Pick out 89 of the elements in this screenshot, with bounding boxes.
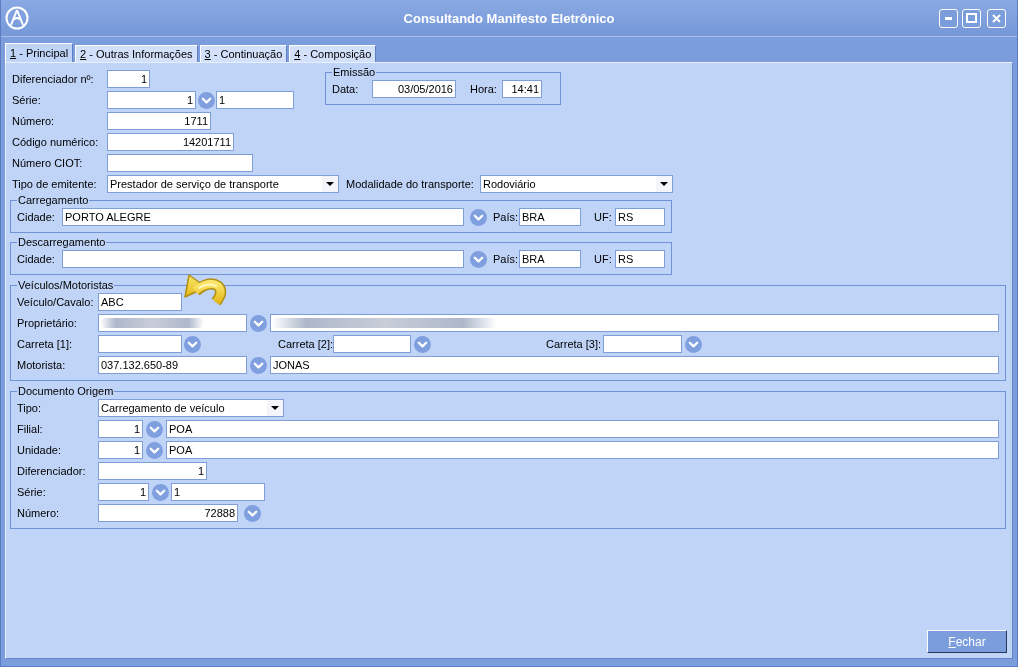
chevron-down-circle-icon[interactable] xyxy=(414,335,431,353)
group-title: Emissão xyxy=(332,66,377,79)
chevron-down-circle-icon[interactable] xyxy=(250,314,267,332)
chevron-down-circle-icon[interactable] xyxy=(244,504,261,522)
logo-icon xyxy=(5,6,29,30)
input-field[interactable]: POA xyxy=(166,441,999,459)
input-field[interactable]: JONAS xyxy=(270,356,999,374)
field-label: Veículo/Cavalo: xyxy=(17,296,94,308)
field-label: Motorista: xyxy=(17,359,66,371)
input-field[interactable]: 14201711 xyxy=(107,133,234,151)
input-field[interactable]: 14:41 xyxy=(502,80,542,98)
input-field[interactable] xyxy=(333,335,411,353)
field-label: Número: xyxy=(12,115,55,127)
field-label: UF: xyxy=(594,253,612,265)
field-label: País: xyxy=(493,253,519,265)
window-title: Consultando Manifesto Eletrônico xyxy=(403,10,615,26)
field-label: Carreta [3]: xyxy=(546,338,602,350)
field-label: UF: xyxy=(594,211,612,223)
input-field[interactable] xyxy=(603,335,682,353)
field-label: Série: xyxy=(12,94,41,106)
field-label: Tipo de emitente: xyxy=(12,178,97,190)
group-title: Veículos/Motoristas xyxy=(17,279,115,292)
tab[interactable]: 3 - Continuação xyxy=(199,45,288,62)
field-label: Modalidade do transporte: xyxy=(346,178,474,190)
chevron-down-circle-icon[interactable] xyxy=(198,91,215,109)
dropdown[interactable]: Rodoviário xyxy=(480,175,673,193)
input-field[interactable] xyxy=(107,154,253,172)
input-field[interactable]: 1 xyxy=(107,91,196,109)
chevron-down-circle-icon[interactable] xyxy=(146,420,163,438)
field-label: Diferenciador nº: xyxy=(12,73,94,85)
input-field[interactable]: 1 xyxy=(171,483,265,501)
field-label: Unidade: xyxy=(17,444,62,456)
input-field[interactable]: ABC xyxy=(98,293,182,311)
minimize-icon xyxy=(945,16,952,20)
input-field[interactable]: 1 xyxy=(98,462,207,480)
input-field[interactable]: RS xyxy=(615,208,665,226)
input-field[interactable]: 1 xyxy=(107,70,150,88)
input-field[interactable]: 03/05/2016 xyxy=(372,80,456,98)
tab[interactable]: 4 - Composição xyxy=(289,45,377,62)
field-label: Filial: xyxy=(17,423,43,435)
field-label: Hora: xyxy=(470,83,497,95)
input-field[interactable]: BRA xyxy=(519,250,581,268)
group-title: Descarregamento xyxy=(17,236,107,249)
field-label: Proprietário: xyxy=(17,317,77,329)
field-label: Número: xyxy=(17,507,60,519)
input-field[interactable]: 1 xyxy=(216,91,294,109)
tab[interactable]: 1 - Principal xyxy=(5,43,74,62)
input-field[interactable] xyxy=(270,314,999,332)
input-field[interactable]: RS xyxy=(615,250,665,268)
chevron-down-circle-icon[interactable] xyxy=(470,250,487,268)
input-field[interactable]: POA xyxy=(166,420,999,438)
input-field[interactable]: 72888 xyxy=(98,504,238,522)
field-label: Cidade: xyxy=(17,211,55,223)
input-field[interactable]: 1 xyxy=(98,420,143,438)
maximize-button[interactable] xyxy=(962,8,981,28)
dropdown[interactable]: Prestador de serviço de transporte xyxy=(107,175,339,193)
chevron-down-circle-icon[interactable] xyxy=(152,483,169,501)
minimize-button[interactable] xyxy=(939,8,958,28)
field-label: País: xyxy=(493,211,519,223)
field-label: Número CIOT: xyxy=(12,157,83,169)
chevron-down-circle-icon[interactable] xyxy=(470,208,487,226)
chevron-down-circle-icon[interactable] xyxy=(184,335,201,353)
input-field[interactable]: 1711 xyxy=(107,112,211,130)
close-icon xyxy=(992,13,1001,23)
maximize-icon xyxy=(966,13,977,23)
field-label: Série: xyxy=(17,486,46,498)
field-label: Data: xyxy=(332,83,359,95)
dropdown[interactable]: Carregamento de veículo xyxy=(98,399,284,417)
tab[interactable]: 2 - Outras Informações xyxy=(75,45,198,62)
field-label: Carreta [2]: xyxy=(278,338,334,350)
input-field[interactable]: PORTO ALEGRE xyxy=(62,208,464,226)
group-title: Carregamento xyxy=(17,194,90,207)
field-label: Diferenciador: xyxy=(17,465,86,477)
input-field[interactable]: BRA xyxy=(519,208,581,226)
input-field[interactable] xyxy=(98,314,247,332)
chevron-down-circle-icon[interactable] xyxy=(685,335,702,353)
input-field[interactable]: 1 xyxy=(98,441,143,459)
chevron-down-circle-icon[interactable] xyxy=(146,441,163,459)
chevron-down-circle-icon[interactable] xyxy=(250,356,267,374)
field-label: Tipo: xyxy=(17,402,42,414)
input-field[interactable]: 1 xyxy=(98,483,149,501)
window-close-button[interactable] xyxy=(987,8,1006,28)
input-field[interactable] xyxy=(62,250,464,268)
group-title: Documento Origem xyxy=(17,385,115,398)
field-label: Carreta [1]: xyxy=(17,338,73,350)
field-label: Código numérico: xyxy=(12,136,99,148)
input-field[interactable]: 037.132.650-89 xyxy=(98,356,247,374)
input-field[interactable] xyxy=(98,335,182,353)
field-label: Cidade: xyxy=(17,253,55,265)
